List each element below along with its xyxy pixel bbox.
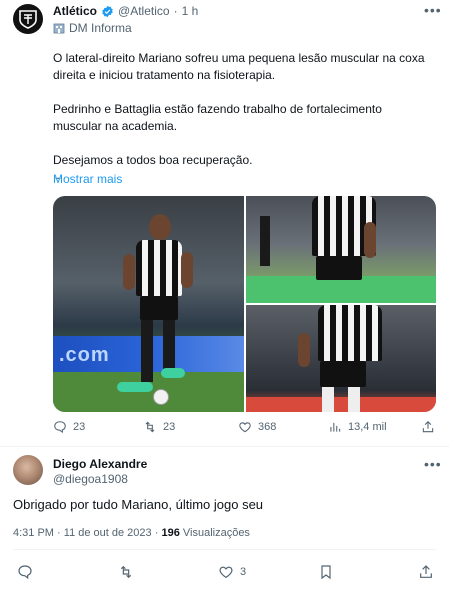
reply-button[interactable] [17,564,33,580]
reply-count: 23 [73,421,86,433]
paragraph: Desejamos a todos boa recuperação. [53,153,253,167]
like-icon [219,566,233,579]
atletico-crest-icon [19,10,37,29]
paragraph: O lateral-direito Mariano sofreu uma peq… [53,51,425,82]
retweet-button[interactable]: 23 [143,420,175,434]
dm-label: DM Informa [69,21,132,35]
views-button[interactable]: 13,4 mil [328,420,387,434]
tweet-time[interactable]: 1 h [182,4,199,18]
player-head [149,214,171,240]
verified-icon [102,5,113,17]
reply-icon [54,421,66,434]
like-count: 368 [258,421,277,433]
views-count: 13,4 mil [348,421,387,433]
player-shirt [136,240,182,296]
author-handle[interactable]: @Atletico [118,4,170,18]
avatar[interactable] [13,455,43,485]
meta-separator: · [154,527,159,539]
label-line: DM Informa [53,21,132,35]
building-icon [53,23,65,34]
more-icon[interactable]: ••• [424,3,442,17]
reply-tweet[interactable]: Diego Alexandre @diegoa1908 ••• Obrigado… [0,447,449,594]
player-arm [364,222,376,258]
photo-player-dribbling[interactable]: .com [53,196,244,412]
retweet-button[interactable] [118,564,134,580]
player-sock [322,387,334,412]
player-shoe [117,382,153,392]
player-leg [163,320,175,370]
paragraph: Pedrinho e Battaglia estão fazendo traba… [53,102,382,133]
photo-player-running[interactable] [246,196,436,303]
player-shorts [140,296,178,320]
reply-icon [18,565,32,580]
tweet-date[interactable]: 11 de out de 2023 [64,527,152,539]
reply-button[interactable]: 23 [53,420,85,434]
divider [13,549,436,550]
player-shorts [320,361,366,387]
player-arm [123,254,135,290]
views-icon [330,422,341,432]
retweet-icon [145,421,155,433]
field-ad [246,397,436,412]
photo-player-dribbling-2[interactable] [246,305,436,412]
player-shirt [318,305,382,361]
soccer-ball [153,389,169,405]
views-label: Visualizações [182,527,250,539]
meta-separator: · [57,527,61,539]
player-arm [298,333,310,367]
retweet-count: 23 [163,421,176,433]
retweet-icon [120,565,132,579]
quoted-text: O lateral-direito Mariano sofreu uma peq… [53,50,433,181]
author-handle[interactable]: @diegoa1908 [53,472,128,486]
like-button[interactable]: 3 [218,564,246,580]
banner-text: .com [59,344,110,366]
tweet-text: Obrigado por tudo Mariano, último jogo s… [13,497,264,512]
field-ad [246,276,436,303]
tweet-time[interactable]: 4:31 PM [13,527,54,539]
like-icon [239,422,251,433]
meta-separator: · [173,4,178,18]
share-button[interactable] [418,564,434,580]
share-icon [420,565,432,578]
tweet-meta: 4:31 PM · 11 de out de 2023 · 196 Visual… [13,527,250,539]
more-icon[interactable]: ••• [424,457,442,471]
reply-actions: 3 [0,564,449,582]
player-shoe [161,368,185,378]
media-grid: .com [53,196,436,412]
other-player-leg [260,216,270,266]
show-more-link[interactable]: Mostrar mais [53,172,122,186]
bookmark-icon [321,565,331,580]
player-arm [181,252,193,288]
quoted-header: Atlético @Atletico · 1 h [53,4,198,18]
quoted-actions: 23 23 368 13,4 mil [53,420,436,436]
player-sock [348,387,360,412]
like-count: 3 [240,566,247,578]
author-name[interactable]: Atlético [53,4,97,18]
player-shorts [316,256,362,280]
quoted-tweet[interactable]: Atlético @Atletico · 1 h ••• DM Informa … [0,0,449,442]
like-button[interactable]: 368 [238,420,276,434]
author-name[interactable]: Diego Alexandre [53,457,147,471]
atletico-avatar[interactable] [13,4,43,34]
views-count: 196 [161,527,180,539]
share-icon [422,421,434,433]
player-leg [141,320,153,382]
share-button[interactable] [421,420,435,434]
bookmark-button[interactable] [318,564,334,580]
